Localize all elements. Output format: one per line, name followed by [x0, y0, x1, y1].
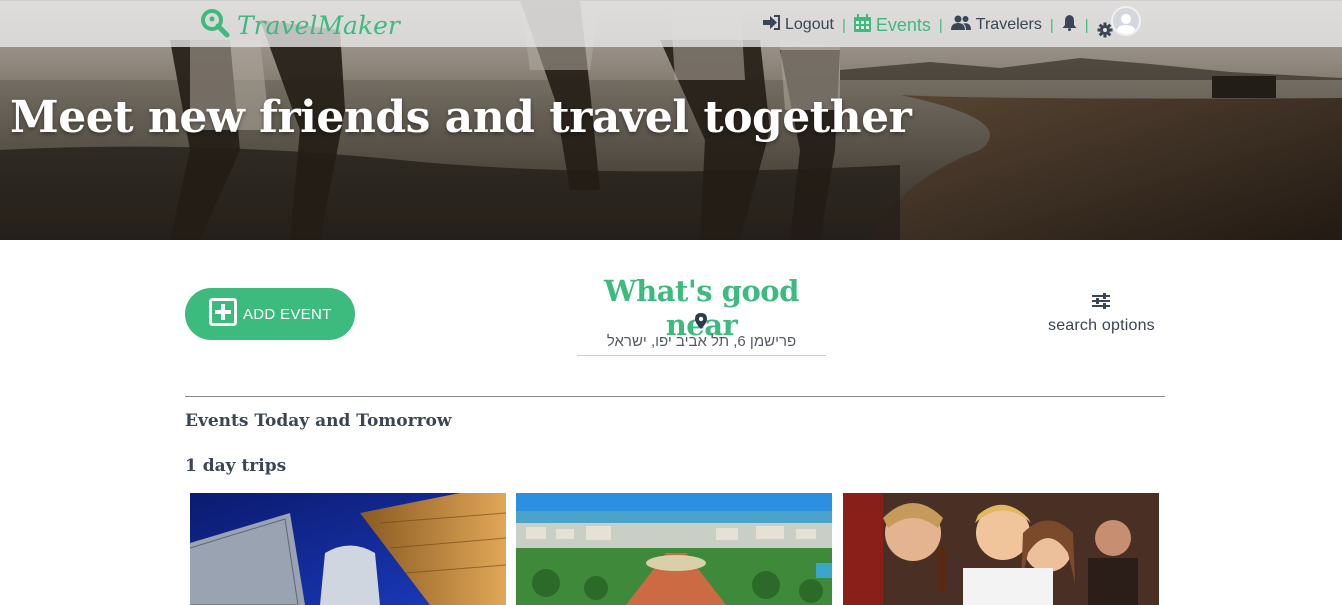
travelers-link[interactable]: Travelers [950, 15, 1042, 35]
logout-link[interactable]: Logout [763, 15, 834, 35]
events-label: Events [875, 14, 931, 35]
location-address[interactable]: פרישמן 6, תל אביב יפו, ישראל [577, 333, 826, 356]
nav-separator: | [1049, 16, 1054, 34]
sign-out-icon [763, 15, 780, 35]
search-options-label: search options [1048, 317, 1155, 334]
map-marker-icon [695, 313, 707, 334]
search-logo-icon [199, 7, 231, 44]
user-avatar[interactable] [1110, 6, 1141, 36]
brand-logo[interactable]: TravelMaker [199, 7, 400, 44]
section-divider [185, 396, 1165, 397]
add-event-label: ADD EVENT [243, 305, 332, 323]
users-icon [950, 15, 971, 35]
brand-name: TravelMaker [237, 11, 400, 40]
section-heading-day-trips: 1 day trips [185, 456, 287, 476]
party-people-image [843, 493, 1159, 605]
travelers-label: Travelers [975, 16, 1042, 33]
event-card-image-3[interactable] [843, 493, 1159, 605]
top-navbar: TravelMaker Logout | Events | Travelers … [0, 0, 1342, 47]
nav-separator: | [841, 16, 846, 34]
plus-square-icon [209, 298, 237, 330]
nav-separator: | [1084, 16, 1089, 34]
nav-links: Logout | Events | Travelers | | [763, 6, 1141, 43]
bell-icon[interactable] [1062, 14, 1077, 36]
add-event-button[interactable]: ADD EVENT [185, 288, 355, 340]
search-options-button[interactable]: search options [1048, 293, 1155, 335]
nav-separator: | [938, 16, 943, 34]
calendar-icon [853, 13, 871, 37]
hero-title: Meet new friends and travel together [10, 92, 912, 143]
sliders-icon [1092, 293, 1111, 314]
gear-icon[interactable] [1097, 22, 1113, 43]
user-icon [1115, 14, 1136, 34]
event-card-image-1[interactable] [190, 493, 506, 605]
events-link[interactable]: Events [853, 13, 931, 37]
skyscrapers-image [190, 493, 506, 605]
logout-label: Logout [785, 16, 834, 33]
event-card-image-2[interactable] [516, 493, 832, 605]
section-heading-today: Events Today and Tomorrow [185, 411, 452, 431]
haifa-gardens-image [516, 493, 832, 605]
